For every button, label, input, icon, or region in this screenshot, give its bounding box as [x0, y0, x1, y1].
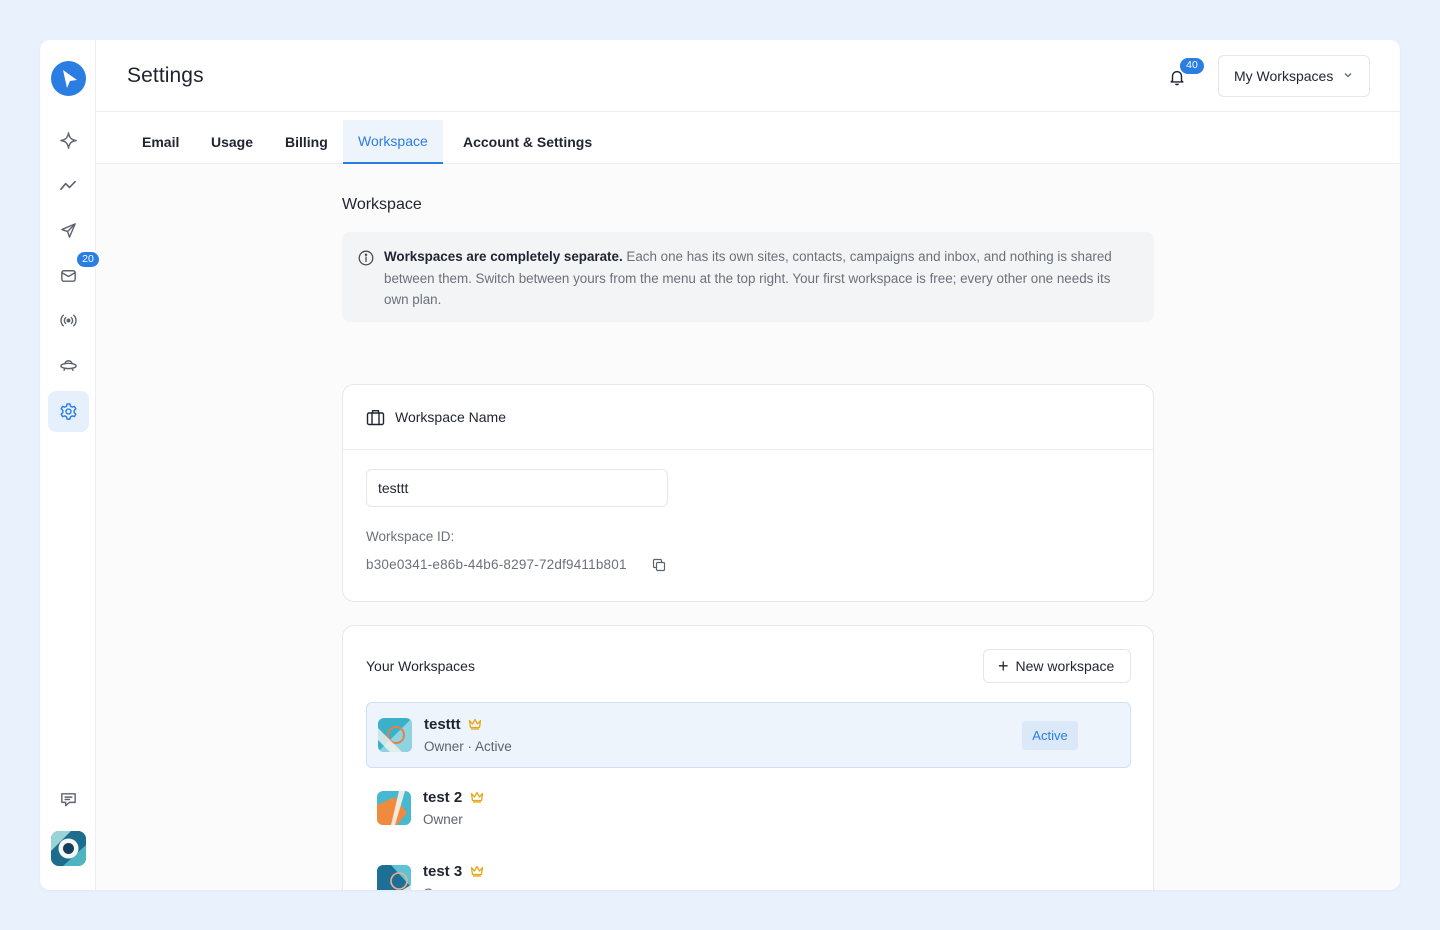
crown-icon — [468, 718, 482, 730]
workspace-role: Owner · Active — [424, 739, 512, 754]
sparkle-icon — [60, 132, 77, 149]
new-workspace-label: New workspace — [1015, 658, 1115, 674]
tab-billing[interactable]: Billing — [270, 120, 343, 164]
app-logo[interactable] — [51, 61, 86, 96]
info-notice: Workspaces are completely separate. Each… — [342, 232, 1154, 322]
tab-workspace[interactable]: Workspace — [343, 120, 443, 164]
play-logo-icon — [62, 69, 77, 88]
workspace-avatar — [377, 865, 411, 890]
workspace-row[interactable]: test 2 Owner — [366, 776, 1131, 842]
sidebar-item-integrations[interactable] — [48, 345, 89, 386]
tab-email[interactable]: Email — [127, 120, 194, 164]
workspaces-list-card: Your Workspaces + New workspace testtt O… — [342, 625, 1154, 890]
sidebar-item-feedback[interactable] — [48, 779, 89, 820]
app-window: 20 Settings 40 My Workspaces Email Usage… — [40, 40, 1400, 890]
chevron-down-icon — [1344, 73, 1352, 78]
workspace-name-card: Workspace Name Workspace ID: b30e0341-e8… — [342, 384, 1154, 602]
gear-icon — [60, 403, 77, 420]
profile-avatar-image — [51, 831, 86, 866]
workspace-row[interactable]: test 3 Owner — [366, 850, 1131, 890]
info-heading: Workspaces are completely separate. — [384, 249, 623, 264]
avatar[interactable] — [51, 831, 86, 866]
workspace-avatar-image — [377, 791, 411, 825]
workspace-avatar-image — [378, 718, 412, 752]
workspaces-list-title: Your Workspaces — [366, 658, 475, 674]
inbox-badge: 20 — [76, 251, 100, 268]
copy-icon — [652, 558, 666, 572]
workspace-name-header: Workspace Name — [343, 385, 1153, 450]
top-header: Settings 40 My Workspaces — [96, 40, 1400, 112]
tab-account-settings[interactable]: Account & Settings — [448, 120, 607, 164]
plus-icon: + — [998, 656, 1009, 676]
chat-icon — [61, 793, 76, 807]
workspace-avatar — [377, 791, 411, 825]
tab-usage[interactable]: Usage — [196, 120, 268, 164]
send-icon — [61, 223, 76, 238]
workspace-name: test 2 — [423, 789, 463, 806]
workspace-role: Owner — [423, 812, 463, 827]
workspace-id-label: Workspace ID: — [366, 529, 455, 544]
page-title: Settings — [127, 64, 204, 87]
sidebar-item-inbox[interactable]: 20 — [48, 251, 100, 296]
ufo-icon — [60, 360, 77, 372]
sidebar-item-ai[interactable] — [48, 120, 89, 161]
sidebar-item-campaigns[interactable] — [48, 210, 89, 251]
workspace-avatar-image — [377, 865, 411, 890]
sidebar-item-broadcast[interactable] — [48, 300, 89, 341]
settings-tabs: Email Usage Billing Workspace Account & … — [96, 112, 1400, 164]
workspace-name-input[interactable] — [366, 469, 668, 507]
notification-badge: 40 — [1179, 57, 1205, 75]
workspace-role: Owner — [423, 886, 463, 890]
workspace-row[interactable]: testtt Owner · Active Active — [366, 702, 1131, 768]
broadcast-icon — [60, 314, 77, 327]
sidebar-item-settings[interactable] — [48, 391, 89, 432]
analytics-icon — [60, 180, 76, 191]
workspace-name: testtt — [424, 716, 461, 733]
briefcase-icon — [366, 409, 385, 425]
new-workspace-button[interactable]: + New workspace — [983, 649, 1131, 683]
copy-id-button[interactable] — [652, 558, 668, 574]
workspace-name: test 3 — [423, 863, 463, 880]
workspace-selector[interactable]: My Workspaces — [1218, 55, 1370, 97]
sidebar: 20 — [40, 40, 100, 890]
workspace-id-value: b30e0341-e86b-44b6-8297-72df9411b801 — [366, 557, 627, 572]
info-icon — [358, 250, 374, 266]
workspace-avatar — [378, 718, 412, 752]
sidebar-item-analytics[interactable] — [48, 165, 89, 206]
crown-icon — [470, 865, 484, 877]
status-badge: Active — [1022, 721, 1078, 750]
crown-icon — [470, 791, 484, 803]
workspace-name-title: Workspace Name — [395, 409, 507, 425]
workspace-selector-label: My Workspaces — [1234, 68, 1334, 84]
inbox-icon — [61, 270, 76, 282]
section-title: Workspace — [342, 196, 422, 213]
